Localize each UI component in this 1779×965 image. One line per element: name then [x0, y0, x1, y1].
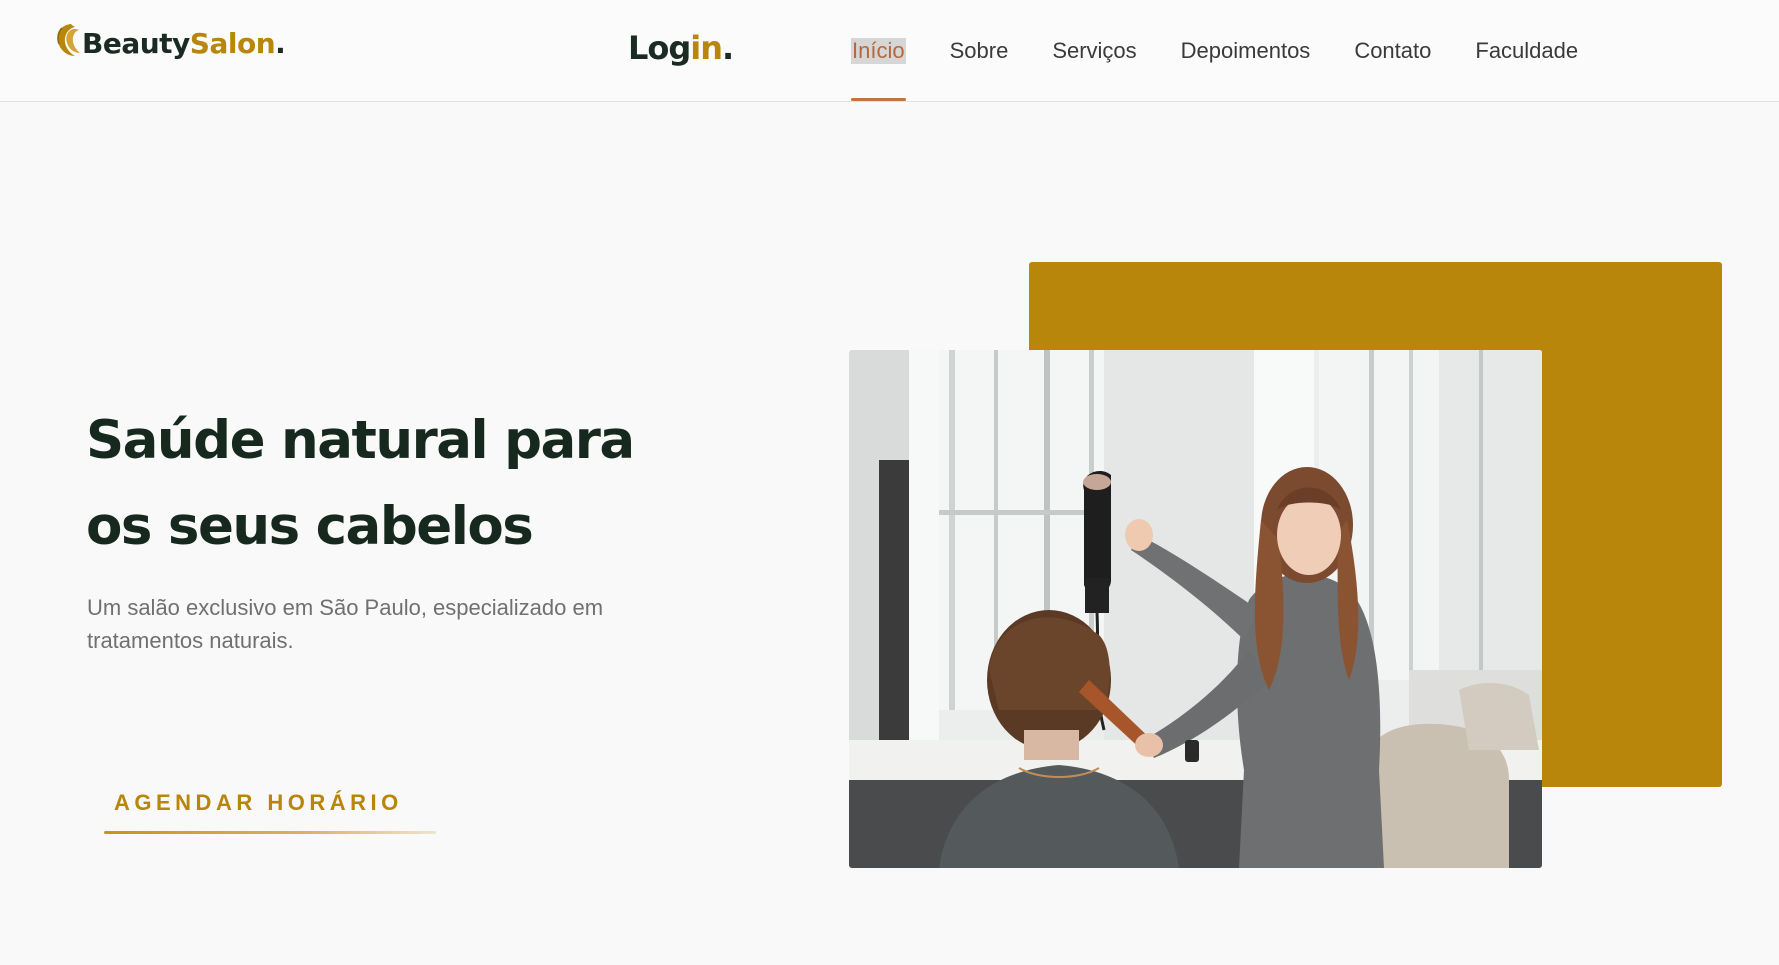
nav-item-label: Sobre [949, 38, 1009, 63]
hero-title: Saúde natural para os seus cabelos [86, 398, 686, 570]
login-part2: in [690, 29, 723, 67]
hero-photo [849, 350, 1542, 868]
nav-item-label: Contato [1354, 38, 1432, 63]
nav-item-inicio[interactable]: Início [851, 0, 906, 102]
hero-subtitle-line1: Um salão exclusivo em São Paulo, especia… [87, 595, 604, 620]
cta-underline [104, 831, 436, 834]
hairdresser-blow-drying-client-photo [849, 350, 1542, 868]
brand-name-part2: Salon [189, 27, 276, 60]
main-nav: Início Sobre Serviços Depoimentos Contat… [851, 0, 1622, 102]
brand-name: BeautySalon. [82, 22, 286, 66]
nav-item-servicos[interactable]: Serviços [1052, 0, 1136, 102]
login-dot: . [722, 29, 734, 67]
nav-item-label: Serviços [1052, 38, 1137, 63]
hair-swirl-icon [57, 24, 80, 56]
nav-item-depoimentos[interactable]: Depoimentos [1181, 0, 1311, 102]
login-link[interactable]: Login. [628, 26, 734, 70]
nav-item-label: Faculdade [1475, 38, 1579, 63]
nav-item-sobre[interactable]: Sobre [950, 0, 1009, 102]
site-header: BeautySalon. Login. Início Sobre Serviço… [0, 0, 1779, 102]
nav-item-label: Depoimentos [1180, 38, 1311, 63]
hero-subtitle: Um salão exclusivo em São Paulo, especia… [87, 591, 647, 657]
hero-title-line2: os seus cabelos [86, 496, 534, 557]
nav-item-contato[interactable]: Contato [1354, 0, 1431, 102]
nav-item-faculdade[interactable]: Faculdade [1475, 0, 1578, 102]
schedule-appointment-button[interactable]: AGENDAR HORÁRIO [104, 772, 436, 834]
brand-name-part1: Beauty [82, 27, 190, 60]
hero-subtitle-line2: tratamentos naturais. [87, 628, 294, 653]
hero-title-line1: Saúde natural para [86, 410, 635, 471]
nav-item-label: Início [851, 38, 906, 64]
brand-logo[interactable]: BeautySalon. [53, 22, 286, 66]
brand-name-dot: . [275, 27, 286, 60]
login-part1: Log [628, 29, 691, 67]
schedule-appointment-label: AGENDAR HORÁRIO [114, 790, 403, 815]
